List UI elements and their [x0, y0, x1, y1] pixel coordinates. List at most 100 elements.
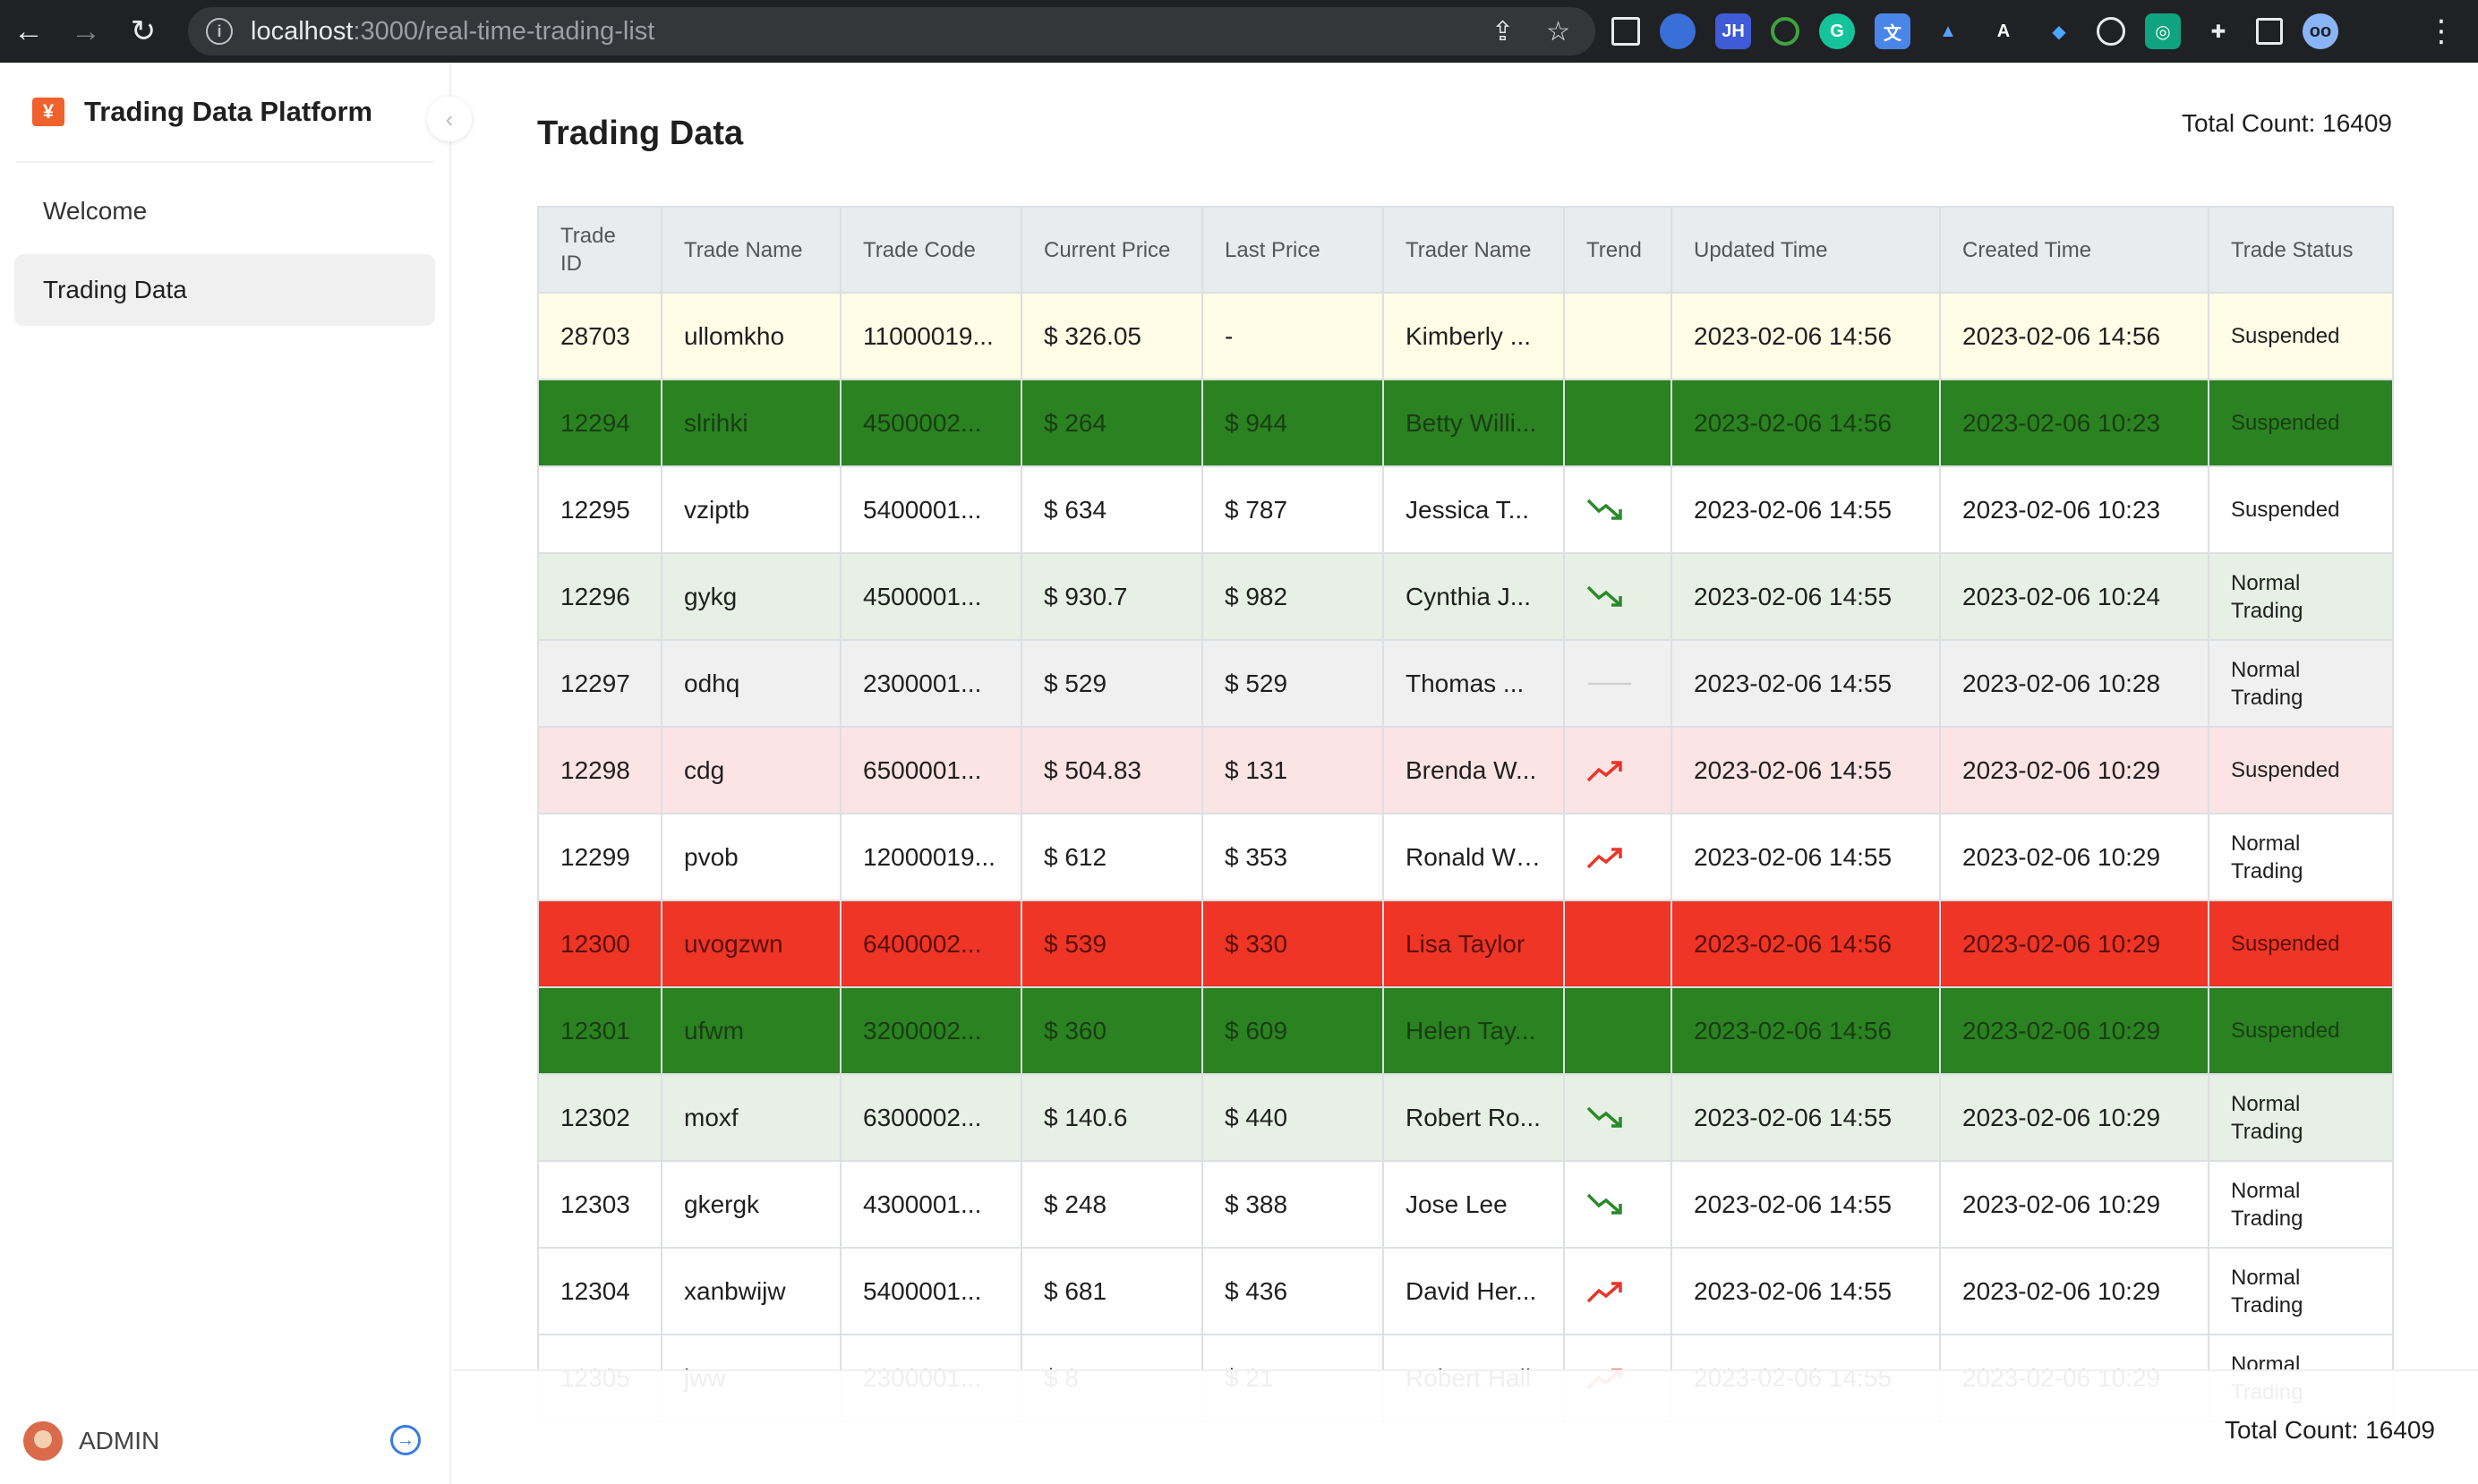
- updated-time-cell: 2023-02-06 14:55: [1671, 1073, 1941, 1162]
- trade-name-cell: pvob: [661, 813, 842, 901]
- extensions-puzzle-icon[interactable]: ✚: [2200, 13, 2236, 49]
- column-header: Last Price: [1201, 206, 1384, 294]
- back-button[interactable]: ←: [0, 0, 57, 63]
- extension-translate-icon[interactable]: 文: [1875, 13, 1910, 49]
- trend-flat-icon: [1586, 679, 1649, 688]
- trade-code-cell: 6300002...: [840, 1073, 1022, 1162]
- trading-table: Trade ID Trade Name Trade Code Current Pric…: [537, 206, 2394, 1422]
- table-row[interactable]: 12304 xanbwijw 5400001... $ 681 $ 436 David H…: [537, 1247, 2394, 1335]
- table-row[interactable]: 12298 cdg 6500001... $ 504.83 $ 131 Brenda W.…: [537, 726, 2394, 814]
- table-row[interactable]: 12297 odhq 2300001... $ 529 $ 529 Thomas ... 2…: [537, 639, 2394, 728]
- sidebar-item-welcome[interactable]: Welcome: [14, 175, 435, 247]
- address-bar[interactable]: i localhost:3000/real-time-trading-list …: [188, 7, 1595, 55]
- table-row[interactable]: 12301 ufwm 3200002... $ 360 $ 609 Helen Tay..…: [537, 986, 2394, 1075]
- avatar[interactable]: [23, 1421, 63, 1461]
- current-price-cell: $ 360: [1021, 986, 1203, 1075]
- table-row[interactable]: 12294 slrihki 4500002... $ 264 $ 944 Betty Wi…: [537, 379, 2394, 467]
- table-row[interactable]: 12303 gkergk 4300001... $ 248 $ 388 Jose Lee 2…: [537, 1160, 2394, 1249]
- trade-id-cell: 12296: [537, 552, 662, 641]
- trade-code-cell: 4300001...: [840, 1160, 1022, 1249]
- sidebar-item-trading-data[interactable]: Trading Data: [14, 254, 435, 326]
- trade-name-cell: gkergk: [661, 1160, 842, 1249]
- last-price-cell: $ 529: [1201, 639, 1384, 728]
- trade-id-cell: 12301: [537, 986, 662, 1075]
- main-content: Trading Data Total Count: 16409 Trade ID…: [453, 63, 2478, 1484]
- table-row[interactable]: 12296 gykg 4500001... $ 930.7 $ 982 Cynthia J…: [537, 552, 2394, 641]
- current-price-cell: $ 529: [1021, 639, 1203, 728]
- extension-jh-icon[interactable]: JH: [1715, 13, 1751, 49]
- current-price-cell: $ 326.05: [1021, 292, 1203, 380]
- last-price-cell: $ 436: [1201, 1247, 1384, 1335]
- current-price-cell: $ 248: [1021, 1160, 1203, 1249]
- created-time-cell: 2023-02-06 10:29: [1939, 1247, 2209, 1335]
- updated-time-cell: 2023-02-06 14:56: [1671, 292, 1941, 380]
- share-icon[interactable]: ⇪: [1491, 16, 1514, 47]
- side-panel-icon[interactable]: [2256, 18, 2283, 45]
- updated-time-cell: 2023-02-06 14:56: [1671, 986, 1941, 1075]
- current-price-cell: $ 930.7: [1021, 552, 1203, 641]
- table-row[interactable]: 12299 pvob 12000019... $ 612 $ 353 Ronald Wi.…: [537, 813, 2394, 901]
- extension-square-icon[interactable]: [1611, 17, 1640, 46]
- trade-status-cell: Suspended: [2208, 465, 2394, 554]
- extension-grammarly-icon[interactable]: G: [1819, 13, 1855, 49]
- forward-button[interactable]: →: [57, 0, 115, 63]
- page-title: Trading Data: [537, 115, 744, 152]
- reload-button[interactable]: ↻: [115, 0, 172, 63]
- trade-id-cell: 28703: [537, 292, 662, 380]
- logout-icon[interactable]: →: [390, 1425, 421, 1455]
- last-price-cell: $ 330: [1201, 900, 1384, 988]
- extension-mountain-icon[interactable]: ▲: [1930, 13, 1966, 49]
- trend-cell: [1563, 552, 1672, 641]
- extension-target-icon[interactable]: [2097, 17, 2125, 46]
- trader-name-cell: Betty Willi...: [1382, 379, 1565, 467]
- trade-status-cell: Normal Trading: [2208, 552, 2394, 641]
- created-time-cell: 2023-02-06 10:29: [1939, 986, 2209, 1075]
- column-header: Trade Code: [840, 206, 1022, 294]
- extension-gear-green-icon[interactable]: [1771, 17, 1799, 46]
- site-info-icon[interactable]: i: [206, 18, 233, 45]
- trade-status-cell: Suspended: [2208, 379, 2394, 467]
- last-price-cell: $ 353: [1201, 813, 1384, 901]
- total-count: Total Count: 16409: [2181, 109, 2392, 137]
- extension-chatgpt-icon[interactable]: ◎: [2145, 13, 2181, 49]
- updated-time-cell: 2023-02-06 14:55: [1671, 1160, 1941, 1249]
- trade-id-cell: 12299: [537, 813, 662, 901]
- collapse-sidebar-button[interactable]: ‹: [427, 97, 472, 141]
- trend-cell: [1563, 639, 1672, 728]
- updated-time-cell: 2023-02-06 14:55: [1671, 726, 1941, 814]
- table-row[interactable]: 28703 ullomkho 11000019... $ 326.05- Kimberl…: [537, 292, 2394, 380]
- url-text: localhost:3000/real-time-trading-list: [251, 17, 654, 47]
- trend-cell: [1563, 292, 1672, 380]
- trend-up-icon: [1586, 1278, 1649, 1305]
- trend-cell: [1563, 726, 1672, 814]
- trade-name-cell: slrihki: [661, 379, 842, 467]
- trader-name-cell: Ronald Wi...: [1382, 813, 1565, 901]
- trading-table-wrapper: Trade ID Trade Name Trade Code Current Pric…: [537, 206, 2394, 1422]
- trader-name-cell: Helen Tay...: [1382, 986, 1565, 1075]
- created-time-cell: 2023-02-06 10:23: [1939, 379, 2209, 467]
- trade-code-cell: 6500001...: [840, 726, 1022, 814]
- table-row[interactable]: 12300 uvogzwn 6400002... $ 539 $ 330 Lisa Tay…: [537, 900, 2394, 988]
- trade-name-cell: gykg: [661, 552, 842, 641]
- extension-a-icon[interactable]: A: [1986, 13, 2021, 49]
- trade-status-cell: Normal Trading: [2208, 1160, 2394, 1249]
- trade-status-cell: Suspended: [2208, 726, 2394, 814]
- trade-status-cell: Suspended: [2208, 292, 2394, 380]
- extension-firefox-icon[interactable]: [1660, 13, 1696, 49]
- updated-time-cell: 2023-02-06 14:55: [1671, 639, 1941, 728]
- trend-cell: [1563, 465, 1672, 554]
- extension-diamond-icon[interactable]: ◆: [2041, 13, 2077, 49]
- updated-time-cell: 2023-02-06 14:55: [1671, 813, 1941, 901]
- trend-cell: [1563, 1247, 1672, 1335]
- footer-total-count: Total Count: 16409: [2224, 1416, 2435, 1444]
- profile-avatar-icon[interactable]: oo: [2303, 13, 2338, 49]
- last-price-cell: $ 131: [1201, 726, 1384, 814]
- trend-cell: [1563, 986, 1672, 1075]
- table-row[interactable]: 12302 moxf 6300002... $ 140.6 $ 440 Robert Ro…: [537, 1073, 2394, 1162]
- column-header: Updated Time: [1671, 206, 1941, 294]
- current-price-cell: $ 539: [1021, 900, 1203, 988]
- bookmark-star-icon[interactable]: ☆: [1546, 16, 1570, 47]
- table-row[interactable]: 12295 vziptb 5400001... $ 634 $ 787 Jessica T…: [537, 465, 2394, 554]
- browser-menu-icon[interactable]: ⋮: [2426, 0, 2457, 63]
- column-header: Created Time: [1939, 206, 2209, 294]
